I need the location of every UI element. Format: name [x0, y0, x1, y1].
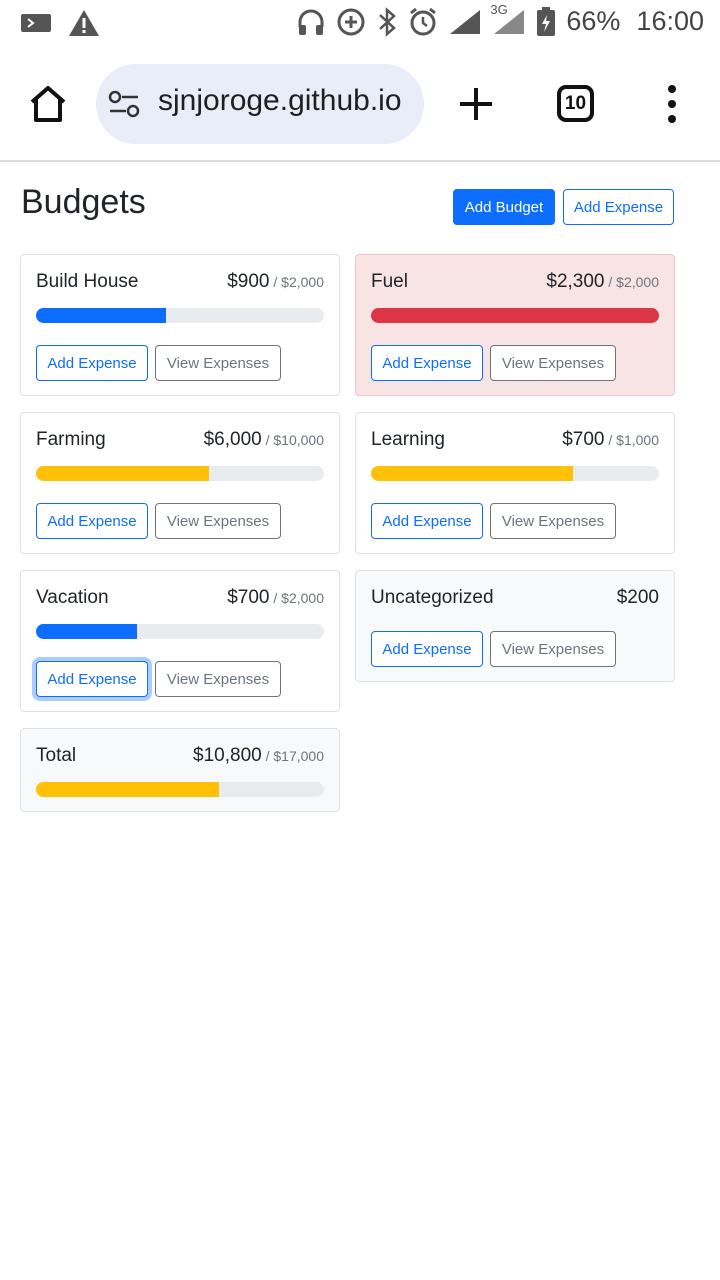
budget-card-vacation: Vacation $700 / $2,000 Add Expense View …: [20, 570, 340, 712]
add-expense-button[interactable]: Add Expense: [36, 661, 148, 697]
tab-count: 10: [564, 92, 587, 114]
signal-3g-icon: 3G: [490, 2, 526, 36]
headphones-icon: [296, 7, 326, 37]
bluetooth-icon: [376, 6, 398, 37]
view-expenses-button[interactable]: View Expenses: [155, 503, 281, 539]
add-budget-button[interactable]: Add Budget: [453, 189, 555, 225]
total-card: Total $10,800 / $17,000: [20, 728, 340, 812]
budget-card-build-house: Build House $900 / $2,000 Add Expense Vi…: [20, 254, 340, 396]
budget-progress: [371, 466, 659, 481]
progress-fill: [36, 466, 209, 481]
battery-icon: [536, 6, 556, 37]
budget-progress: [36, 308, 324, 323]
total-progress: [36, 782, 324, 797]
budget-name: Vacation: [36, 587, 109, 608]
more-vert-icon: [668, 85, 676, 123]
progress-fill: [36, 782, 219, 797]
site-settings-icon: [108, 90, 140, 118]
add-expense-button[interactable]: Add Expense: [371, 503, 483, 539]
budget-amount: $700 / $1,000: [562, 429, 659, 451]
plus-icon: [460, 88, 492, 120]
budget-name: Uncategorized: [371, 587, 494, 608]
add-expense-button[interactable]: Add Expense: [371, 631, 483, 667]
home-button[interactable]: [26, 82, 70, 126]
alarm-icon: [408, 7, 438, 37]
budget-amount: $200: [616, 587, 659, 608]
network-type-label: 3G: [490, 1, 508, 17]
budget-progress: [371, 308, 659, 323]
data-saver-icon: [336, 7, 366, 37]
progress-fill: [36, 624, 137, 639]
progress-fill: [36, 308, 166, 323]
budget-card-uncategorized: Uncategorized $200 Add Expense View Expe…: [355, 570, 675, 682]
amount-max: / $2,000: [269, 590, 324, 606]
budget-name: Build House: [36, 271, 139, 292]
amount-spent: $900: [227, 271, 270, 292]
budget-amount: $6,000 / $10,000: [204, 429, 324, 451]
url-text: sjnjoroge.github.io: [158, 84, 402, 117]
terminal-icon: [20, 11, 52, 35]
address-bar[interactable]: sjnjoroge.github.io: [96, 64, 424, 144]
browser-menu-button[interactable]: [662, 84, 682, 124]
budget-card-learning: Learning $700 / $1,000 Add Expense View …: [355, 412, 675, 554]
total-amount: $10,800 / $17,000: [193, 745, 324, 767]
budget-name: Learning: [371, 429, 445, 450]
amount-spent: $700: [227, 587, 270, 608]
warning-icon: [68, 8, 100, 38]
amount-max: / $1,000: [604, 432, 659, 448]
budget-name: Farming: [36, 429, 106, 450]
page-title: Budgets: [21, 183, 146, 221]
status-bar: 3G 66% 16:00: [0, 0, 720, 50]
add-expense-button[interactable]: Add Expense: [36, 503, 148, 539]
new-tab-button[interactable]: [458, 86, 494, 122]
budget-amount: $700 / $2,000: [227, 587, 324, 609]
amount-spent: $700: [562, 429, 605, 450]
total-label: Total: [36, 745, 77, 766]
amount-max: / $10,000: [261, 432, 324, 448]
clock: 16:00: [636, 6, 704, 36]
browser-toolbar: sjnjoroge.github.io 10: [0, 50, 720, 162]
amount-max: / $2,000: [269, 274, 324, 290]
add-expense-header-button[interactable]: Add Expense: [563, 189, 674, 225]
budget-card-farming: Farming $6,000 / $10,000 Add Expense Vie…: [20, 412, 340, 554]
add-expense-button[interactable]: Add Expense: [371, 345, 483, 381]
budget-name: Fuel: [371, 271, 408, 292]
tab-switcher-button[interactable]: 10: [557, 85, 594, 122]
budget-amount: $2,300 / $2,000: [546, 271, 659, 293]
view-expenses-button[interactable]: View Expenses: [155, 661, 281, 697]
amount-spent: $6,000: [203, 429, 262, 450]
budget-card-fuel: Fuel $2,300 / $2,000 Add Expense View Ex…: [355, 254, 675, 396]
amount-spent: $10,800: [193, 745, 262, 766]
amount-max: / $17,000: [261, 748, 324, 764]
budget-progress: [36, 466, 324, 481]
budget-progress: [36, 624, 324, 639]
view-expenses-button[interactable]: View Expenses: [490, 503, 616, 539]
signal-icon: [448, 8, 482, 36]
view-expenses-button[interactable]: View Expenses: [490, 631, 616, 667]
add-expense-button[interactable]: Add Expense: [36, 345, 148, 381]
amount-max: / $2,000: [604, 274, 659, 290]
home-icon: [30, 86, 66, 122]
budget-amount: $900 / $2,000: [227, 271, 324, 293]
progress-fill: [371, 466, 573, 481]
view-expenses-button[interactable]: View Expenses: [490, 345, 616, 381]
amount-spent: $2,300: [546, 271, 605, 292]
battery-percent: 66%: [566, 6, 621, 36]
progress-fill: [371, 308, 659, 323]
view-expenses-button[interactable]: View Expenses: [155, 345, 281, 381]
